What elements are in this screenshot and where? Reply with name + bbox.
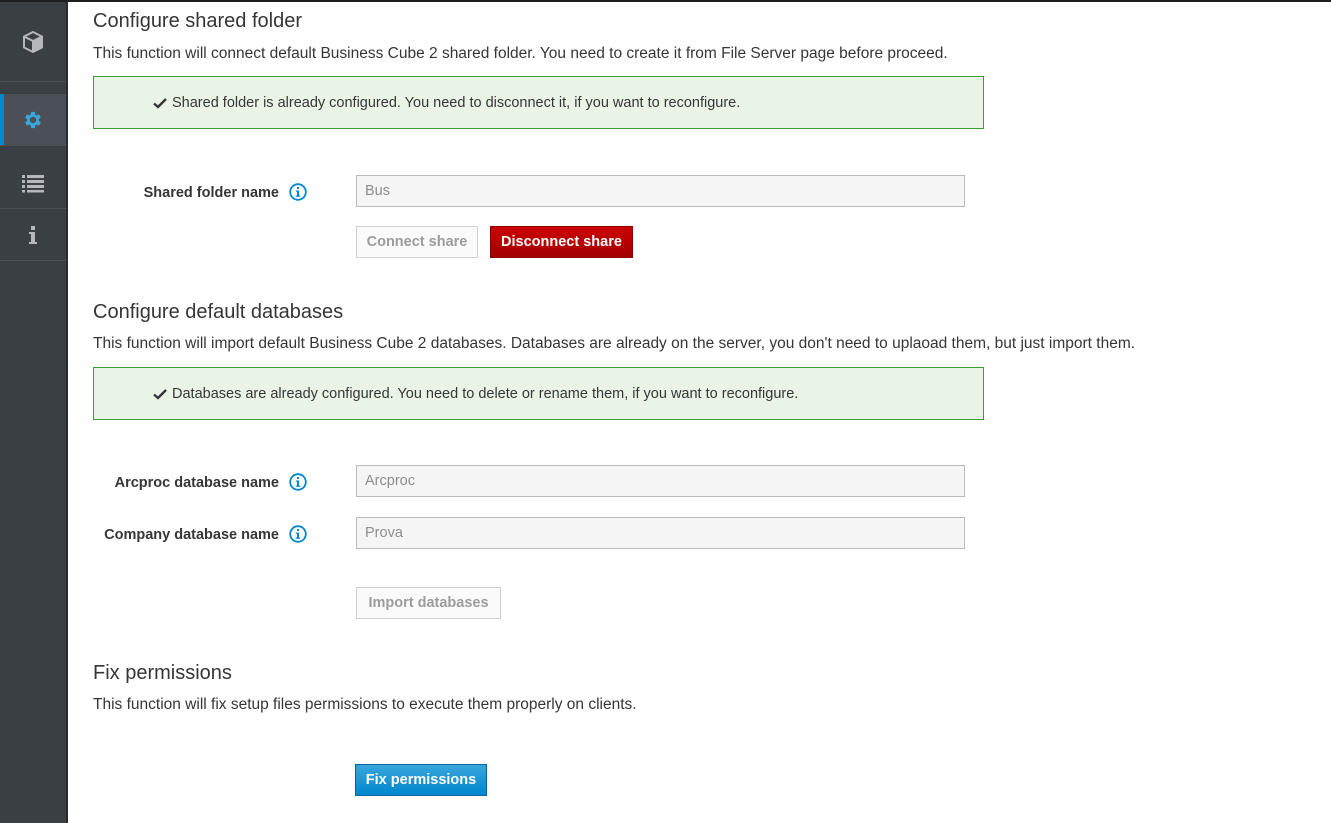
databases-description: This function will import default Busine… (93, 335, 1136, 352)
fix-permissions-button[interactable]: Fix permissions (355, 764, 487, 796)
permissions-title: Fix permissions (93, 662, 232, 684)
sidebar-item-list[interactable] (0, 157, 66, 209)
company-database-label: Company database name (104, 527, 279, 543)
info-icon (28, 225, 38, 245)
company-database-input[interactable] (356, 517, 965, 549)
check-icon (153, 97, 167, 109)
shared-folder-success-alert: Shared folder is already configured. You… (93, 76, 984, 129)
sidebar-item-cube[interactable] (0, 2, 66, 82)
disconnect-share-button[interactable]: Disconnect share (490, 226, 633, 258)
gear-icon (22, 109, 44, 131)
sidebar-item-info[interactable] (0, 209, 66, 261)
list-icon (21, 173, 45, 193)
shared-folder-info-icon[interactable] (289, 183, 307, 201)
sidebar (0, 2, 68, 823)
shared-folder-name-input[interactable] (356, 175, 965, 207)
shared-folder-name-label: Shared folder name (143, 185, 279, 201)
sidebar-item-settings[interactable] (0, 94, 66, 146)
arcproc-database-input[interactable] (356, 465, 965, 497)
connect-share-button[interactable]: Connect share (356, 226, 478, 258)
shared-folder-description: This function will connect default Busin… (93, 45, 948, 62)
databases-title: Configure default databases (93, 301, 344, 323)
cube-icon (21, 30, 45, 54)
databases-success-alert: Databases are already configured. You ne… (93, 367, 984, 420)
shared-folder-alert-text: Shared folder is already configured. You… (172, 94, 741, 111)
arcproc-info-icon[interactable] (289, 473, 307, 491)
databases-alert-text: Databases are already configured. You ne… (172, 385, 799, 402)
check-icon (153, 388, 167, 400)
permissions-description: This function will fix setup files permi… (93, 696, 637, 713)
shared-folder-title: Configure shared folder (93, 10, 303, 32)
arcproc-database-label: Arcproc database name (114, 475, 279, 491)
main-content: Configure shared folder This function wi… (68, 2, 1331, 823)
import-databases-button[interactable]: Import databases (356, 587, 501, 619)
company-info-icon[interactable] (289, 525, 307, 543)
